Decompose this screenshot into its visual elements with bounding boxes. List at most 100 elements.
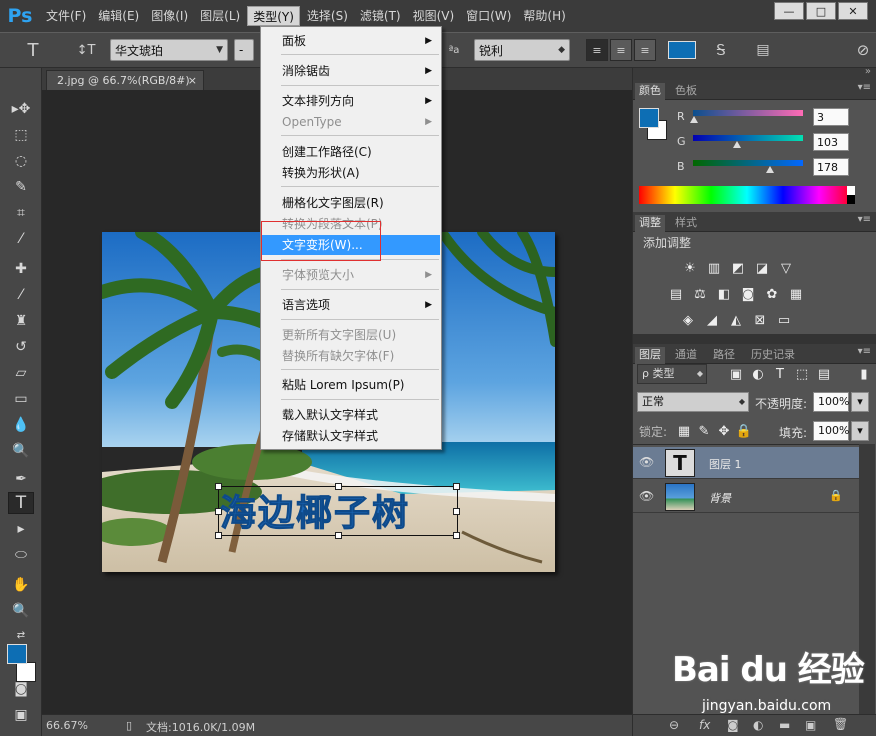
tab-styles[interactable]: 样式 bbox=[671, 215, 701, 232]
lock-pixels-icon[interactable]: ✎ bbox=[695, 423, 713, 439]
menu-edit[interactable]: 编辑(E) bbox=[93, 6, 144, 26]
menu-type[interactable]: 类型(Y) bbox=[247, 6, 300, 26]
invert-icon[interactable]: ◈ bbox=[679, 312, 697, 328]
filter-smart-icon[interactable]: ▤ bbox=[815, 366, 833, 382]
spectrum-white[interactable] bbox=[847, 186, 855, 195]
canvas-text-layer[interactable]: 海边椰子树 bbox=[219, 484, 410, 536]
document-tab[interactable]: 2.jpg @ 66.7%(RGB/8#) × bbox=[46, 70, 204, 90]
type-tool-icon[interactable]: T bbox=[8, 492, 34, 514]
resize-handle[interactable] bbox=[453, 483, 460, 490]
blur-tool-icon[interactable]: 💧 bbox=[8, 414, 34, 436]
brush-tool-icon[interactable]: ⁄ bbox=[8, 284, 34, 306]
text-orientation-icon[interactable]: ↕T bbox=[72, 39, 100, 61]
font-family-dropdown[interactable]: 华文琥珀 ▼ bbox=[110, 39, 228, 61]
stamp-tool-icon[interactable]: ♜ bbox=[8, 310, 34, 332]
curves-icon[interactable]: ◩ bbox=[729, 260, 747, 276]
maximize-button[interactable]: □ bbox=[806, 2, 836, 20]
menu-item-language-options[interactable]: 语言选项 ▶ bbox=[262, 295, 440, 315]
menu-item-paste-lorem-ipsum[interactable]: 粘贴 Lorem Ipsum(P) bbox=[262, 375, 440, 395]
black-white-icon[interactable]: ◧ bbox=[715, 286, 733, 302]
menu-layer[interactable]: 图层(L) bbox=[195, 6, 245, 26]
pen-tool-icon[interactable]: ✒ bbox=[8, 468, 34, 490]
text-color-swatch[interactable] bbox=[668, 41, 696, 59]
document-info[interactable]: 文档:1016.0K/1.09M bbox=[146, 719, 255, 735]
menu-item-update-all-text[interactable]: 更新所有文字图层(U) bbox=[262, 325, 440, 345]
gradient-tool-icon[interactable]: ▭ bbox=[8, 388, 34, 410]
panel-menu-icon[interactable]: ▾≡ bbox=[858, 82, 871, 93]
menu-item-anti-alias[interactable]: 消除锯齿 ▶ bbox=[262, 61, 440, 81]
fill-dropdown-arrow[interactable]: ▾ bbox=[851, 421, 869, 441]
menu-help[interactable]: 帮助(H) bbox=[518, 6, 570, 26]
visibility-eye-icon[interactable]: 👁 bbox=[639, 455, 654, 469]
menu-item-create-work-path[interactable]: 创建工作路径(C) bbox=[262, 142, 440, 162]
lock-transparent-icon[interactable]: ▦ bbox=[675, 423, 693, 439]
character-panel-icon[interactable]: ▤ bbox=[752, 39, 774, 61]
photo-filter-icon[interactable]: ◙ bbox=[739, 286, 757, 302]
close-button[interactable]: ✕ bbox=[838, 2, 868, 20]
panel-menu-icon[interactable]: ▾≡ bbox=[858, 346, 871, 357]
move-tool-icon[interactable]: ▸✥ bbox=[8, 98, 34, 120]
exposure-icon[interactable]: ◪ bbox=[753, 260, 771, 276]
layer-row-background[interactable]: 👁 背景 🔒 bbox=[633, 481, 859, 513]
levels-icon[interactable]: ▥ bbox=[705, 260, 723, 276]
spectrum-black[interactable] bbox=[847, 195, 855, 204]
menu-file[interactable]: 文件(F) bbox=[41, 6, 91, 26]
channel-g-slider[interactable] bbox=[693, 135, 803, 141]
color-lookup-icon[interactable]: ▦ bbox=[787, 286, 805, 302]
channel-b-slider[interactable] bbox=[693, 160, 803, 166]
channel-b-value[interactable]: 178 bbox=[813, 158, 849, 176]
foreground-color-swatch[interactable] bbox=[7, 644, 27, 664]
channel-g-thumb[interactable] bbox=[733, 141, 742, 148]
menu-filter[interactable]: 滤镜(T) bbox=[355, 6, 406, 26]
resize-handle[interactable] bbox=[453, 508, 460, 515]
filter-pixel-icon[interactable]: ▣ bbox=[727, 366, 745, 382]
anti-alias-dropdown[interactable]: 锐利 ◆ bbox=[474, 39, 570, 61]
vibrance-icon[interactable]: ▽ bbox=[777, 260, 795, 276]
quick-mask-icon[interactable]: ◙ bbox=[8, 678, 34, 700]
cancel-icon[interactable]: ⊘ bbox=[852, 39, 874, 61]
tab-channels[interactable]: 通道 bbox=[671, 347, 701, 364]
align-center-button[interactable]: ≡ bbox=[610, 39, 632, 61]
color-fg-swatch[interactable] bbox=[639, 108, 659, 128]
filter-adjustment-icon[interactable]: ◐ bbox=[749, 366, 767, 382]
menu-item-convert-to-shape[interactable]: 转换为形状(A) bbox=[262, 163, 440, 183]
menu-window[interactable]: 窗口(W) bbox=[461, 6, 516, 26]
font-style-dropdown[interactable]: - bbox=[234, 39, 254, 61]
lasso-tool-icon[interactable]: ◌ bbox=[8, 150, 34, 172]
quick-select-tool-icon[interactable]: ✎ bbox=[8, 176, 34, 198]
tab-paths[interactable]: 路径 bbox=[709, 347, 739, 364]
color-balance-icon[interactable]: ⚖ bbox=[691, 286, 709, 302]
close-tab-icon[interactable]: × bbox=[188, 71, 197, 91]
tab-swatches[interactable]: 色板 bbox=[671, 83, 701, 100]
brightness-icon[interactable]: ☀ bbox=[681, 260, 699, 276]
menu-item-save-default-styles[interactable]: 存储默认文字样式 bbox=[262, 426, 440, 446]
tab-color[interactable]: 颜色 bbox=[635, 83, 665, 100]
layer-row-text[interactable]: 👁 T 图层 1 bbox=[633, 447, 859, 479]
screen-mode-icon[interactable]: ▣ bbox=[8, 704, 34, 726]
marquee-tool-icon[interactable]: ⬚ bbox=[8, 124, 34, 146]
channel-r-thumb[interactable] bbox=[690, 116, 699, 123]
align-right-button[interactable]: ≡ bbox=[634, 39, 656, 61]
opacity-input[interactable]: 100% bbox=[813, 392, 849, 412]
lock-position-icon[interactable]: ✥ bbox=[715, 423, 733, 439]
hue-saturation-icon[interactable]: ▤ bbox=[667, 286, 685, 302]
visibility-eye-icon[interactable]: 👁 bbox=[639, 489, 654, 503]
zoom-level[interactable]: 66.67% bbox=[46, 719, 88, 732]
menu-select[interactable]: 选择(S) bbox=[302, 6, 353, 26]
history-brush-tool-icon[interactable]: ↺ bbox=[8, 336, 34, 358]
menu-item-text-orientation[interactable]: 文本排列方向 ▶ bbox=[262, 91, 440, 111]
posterize-icon[interactable]: ◢ bbox=[703, 312, 721, 328]
lock-all-icon[interactable]: 🔒 bbox=[735, 423, 753, 439]
crop-tool-icon[interactable]: ⌗ bbox=[8, 202, 34, 224]
menu-item-rasterize-type[interactable]: 栅格化文字图层(R) bbox=[262, 193, 440, 213]
eraser-tool-icon[interactable]: ▱ bbox=[8, 362, 34, 384]
warp-text-icon[interactable]: Ꭶ bbox=[710, 39, 732, 61]
menu-item-panels[interactable]: 面板 ▶ bbox=[262, 31, 440, 51]
opacity-dropdown-arrow[interactable]: ▾ bbox=[851, 392, 869, 412]
channel-mixer-icon[interactable]: ✿ bbox=[763, 286, 781, 302]
menu-item-replace-missing-fonts[interactable]: 替换所有缺欠字体(F) bbox=[262, 346, 440, 366]
tab-history[interactable]: 历史记录 bbox=[747, 347, 799, 364]
tab-layers[interactable]: 图层 bbox=[635, 347, 665, 364]
channel-r-slider[interactable] bbox=[693, 110, 803, 116]
path-select-tool-icon[interactable]: ▸ bbox=[8, 518, 34, 540]
